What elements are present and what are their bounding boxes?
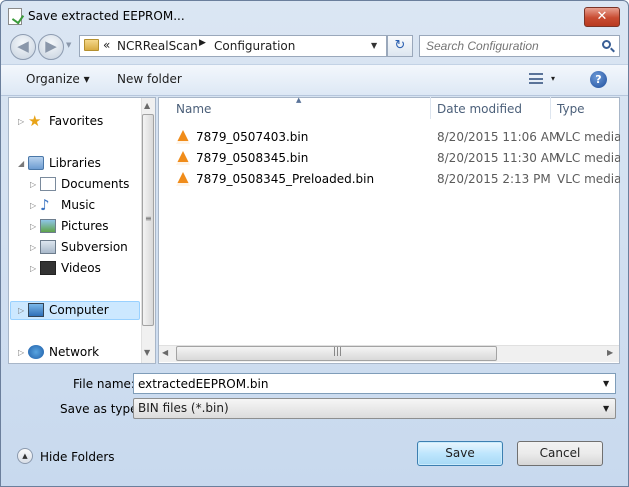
file-name: 7879_0507403.bin [196, 130, 309, 144]
libraries-icon [28, 156, 44, 170]
sidebar-item-label: Network [49, 345, 100, 359]
file-name-dropdown-icon[interactable]: ▼ [603, 379, 609, 388]
sidebar-item-libraries[interactable]: ◢ Libraries [14, 155, 138, 173]
sidebar-item-documents[interactable]: ▷ Documents [14, 176, 138, 194]
file-row[interactable]: 7879_0508345.bin 8/20/2015 11:30 AM VLC … [176, 149, 620, 169]
sidebar-item-label: Music [61, 198, 96, 212]
sidebar-item-music[interactable]: ▷ ♪ Music [14, 197, 138, 215]
file-name-input[interactable] [133, 373, 616, 394]
organize-button[interactable]: Organize ▾ [26, 72, 90, 86]
file-row[interactable]: 7879_0508345_Preloaded.bin 8/20/2015 2:1… [176, 170, 620, 190]
star-icon: ★ [28, 112, 42, 130]
expand-icon[interactable]: ▷ [30, 264, 36, 273]
breadcrumb-configuration[interactable]: Configuration [214, 39, 295, 53]
expand-icon[interactable]: ▷ [18, 306, 24, 315]
file-date: 8/20/2015 11:30 AM [437, 151, 560, 165]
vlc-file-icon [176, 172, 190, 186]
file-date: 8/20/2015 2:13 PM [437, 172, 551, 186]
file-type: VLC media file [557, 172, 620, 186]
column-header-name[interactable]: Name [176, 102, 211, 116]
expand-icon[interactable]: ▷ [30, 180, 36, 189]
scroll-down-icon[interactable]: ▼ [144, 348, 150, 357]
column-header-type[interactable]: Type [557, 102, 585, 116]
sidebar-item-label: Favorites [49, 114, 104, 128]
sidebar-item-label: Videos [61, 261, 101, 275]
save-document-icon [8, 8, 22, 25]
expand-icon[interactable]: ▷ [30, 222, 36, 231]
sidebar-item-label: Computer [49, 303, 109, 317]
breadcrumb-ncrrealscan[interactable]: NCRRealScan [117, 39, 198, 53]
videos-icon [40, 261, 56, 275]
pictures-icon [40, 219, 56, 233]
sidebar-item-pictures[interactable]: ▷ Pictures [14, 218, 138, 236]
column-divider[interactable] [550, 97, 551, 119]
scroll-up-icon[interactable]: ▲ [144, 101, 150, 110]
subversion-icon [40, 240, 56, 254]
cancel-button[interactable]: Cancel [517, 441, 603, 466]
hide-folders-icon[interactable]: ▲ [17, 448, 33, 464]
column-divider[interactable] [430, 97, 431, 119]
refresh-button[interactable]: ↻ [387, 35, 413, 57]
back-button[interactable]: ◀ [10, 34, 36, 60]
sidebar-item-computer[interactable]: ▷ Computer [14, 302, 138, 320]
sidebar-item-label: Documents [61, 177, 130, 191]
forward-button[interactable]: ▶ [38, 34, 64, 60]
expand-icon[interactable]: ▷ [18, 348, 24, 357]
views-dropdown-icon[interactable]: ▾ [551, 74, 555, 83]
scroll-left-icon[interactable]: ◀ [162, 348, 168, 357]
scroll-grip-icon: ||| [333, 347, 343, 357]
sidebar-item-label: Pictures [61, 219, 109, 233]
save-as-type-label: Save as type: [60, 402, 142, 416]
expand-icon[interactable]: ▷ [30, 201, 36, 210]
file-row[interactable]: 7879_0507403.bin 8/20/2015 11:06 AM VLC … [176, 128, 620, 148]
collapse-icon[interactable]: ◢ [18, 159, 24, 168]
sidebar-item-label: Subversion [61, 240, 128, 254]
close-button[interactable]: ✕ [584, 7, 620, 27]
file-name: 7879_0508345_Preloaded.bin [196, 172, 375, 186]
recent-pages-dropdown[interactable]: ▼ [66, 41, 74, 49]
scroll-grip-icon: ≡ [145, 214, 152, 223]
save-as-type-select[interactable]: BIN files (*.bin) [133, 398, 616, 419]
expand-icon[interactable]: ▷ [30, 243, 36, 252]
file-type: VLC media file [557, 151, 620, 165]
help-icon[interactable]: ? [590, 71, 607, 88]
sidebar-item-label: Libraries [49, 156, 101, 170]
sidebar-item-network[interactable]: ▷ Network [14, 344, 138, 362]
search-icon[interactable] [602, 40, 611, 49]
file-name-label: File name: [73, 377, 135, 391]
new-folder-button[interactable]: New folder [117, 72, 182, 86]
vlc-file-icon [176, 130, 190, 144]
column-header-date-modified[interactable]: Date modified [437, 102, 522, 116]
expand-icon[interactable]: ▷ [18, 117, 24, 126]
breadcrumb-separator-icon[interactable]: ▶ [199, 38, 206, 48]
file-date: 8/20/2015 11:06 AM [437, 130, 560, 144]
network-icon [28, 345, 44, 359]
address-dropdown-icon[interactable]: ▼ [371, 41, 377, 50]
sidebar-item-videos[interactable]: ▷ Videos [14, 260, 138, 278]
save-button[interactable]: Save [417, 441, 503, 466]
file-type: VLC media file [557, 130, 620, 144]
window-title: Save extracted EEPROM... [28, 9, 185, 23]
documents-icon [40, 177, 56, 191]
address-overflow-button[interactable]: « [103, 38, 110, 52]
views-icon[interactable] [529, 73, 543, 84]
music-icon: ♪ [40, 196, 50, 214]
file-name: 7879_0508345.bin [196, 151, 309, 165]
computer-icon [28, 303, 44, 317]
folder-icon [84, 39, 99, 51]
sidebar-item-favorites[interactable]: ▷ ★ Favorites [14, 113, 138, 131]
scroll-right-icon[interactable]: ▶ [607, 348, 613, 357]
save-as-type-dropdown-icon[interactable]: ▼ [603, 404, 609, 413]
search-input[interactable] [426, 39, 596, 53]
sort-ascending-icon: ▲ [296, 96, 302, 104]
hide-folders-button[interactable]: Hide Folders [40, 450, 115, 464]
sidebar-item-subversion[interactable]: ▷ Subversion [14, 239, 138, 257]
vlc-file-icon [176, 151, 190, 165]
